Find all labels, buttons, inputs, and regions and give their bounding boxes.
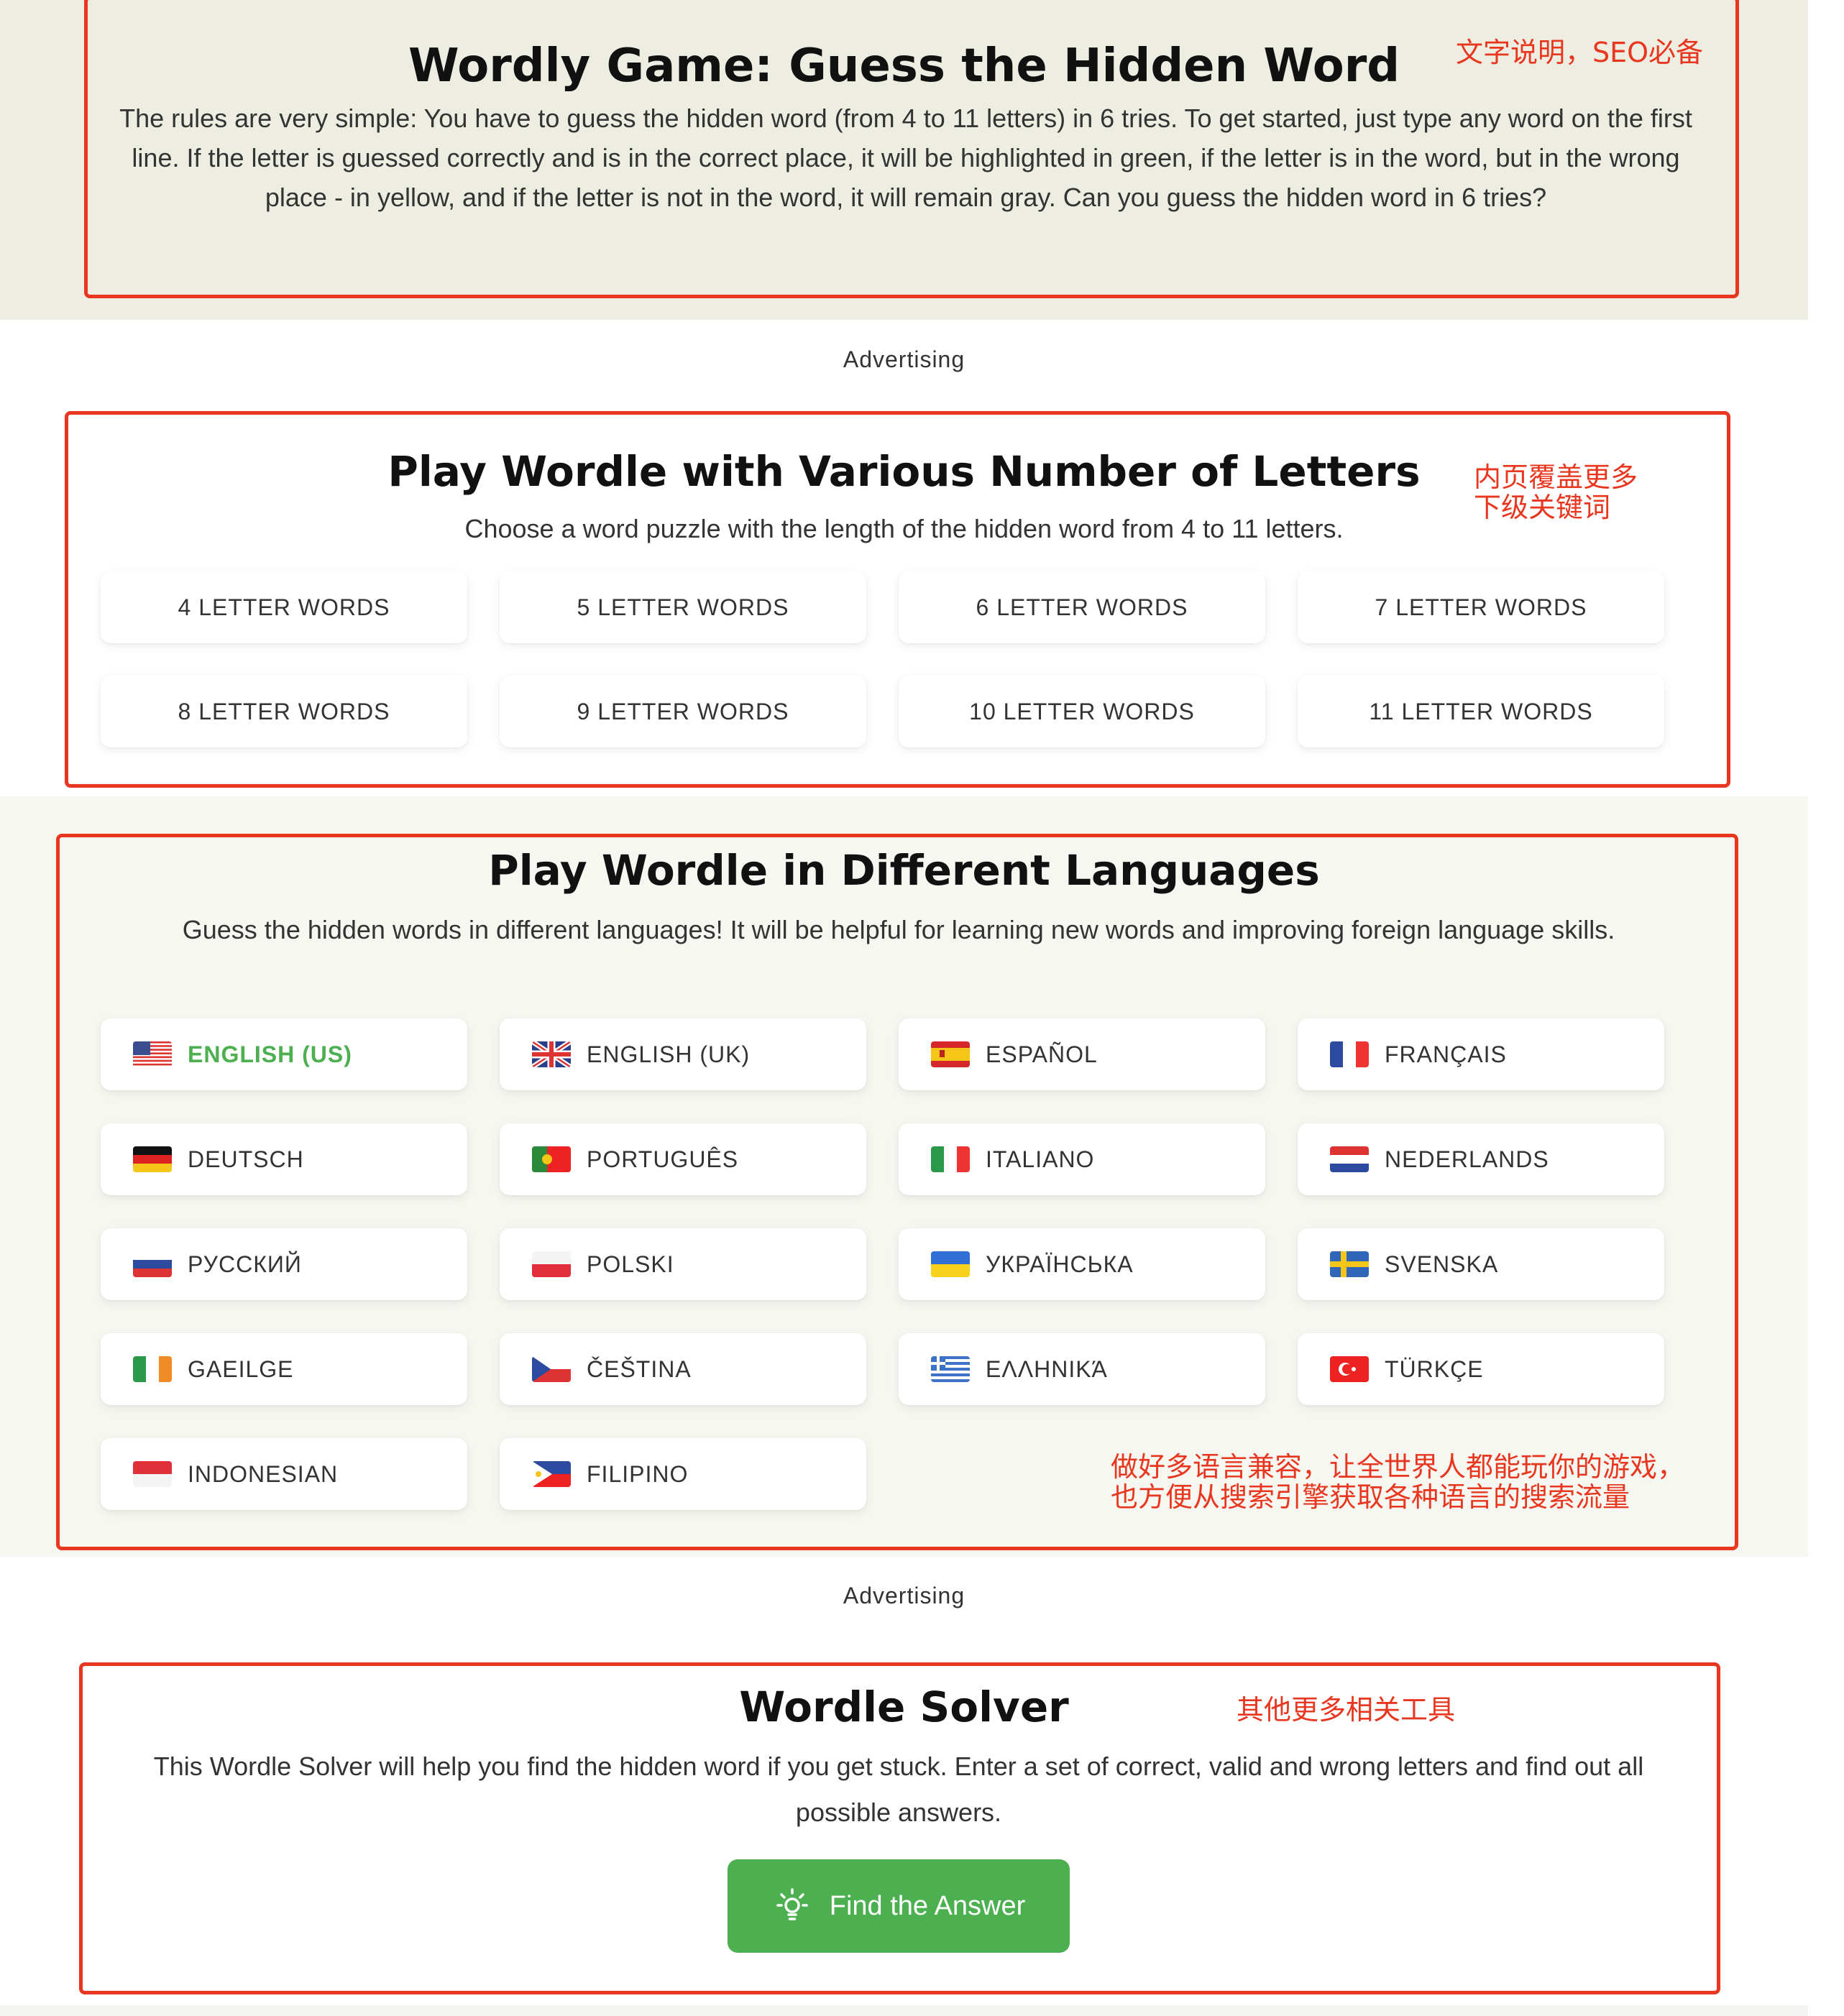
language-label: TÜRKÇE [1385,1355,1484,1382]
letter-words-label: 9 LETTER WORDS [577,698,789,724]
letter-words-label: 7 LETTER WORDS [1375,594,1587,620]
ireland-flag-icon [133,1356,172,1382]
language-card[interactable]: FRANÇAIS [1298,1018,1664,1090]
footer-band [0,2005,1808,2016]
intro-note: 文字说明，SEO必备 [1456,37,1704,68]
language-label: ČEŠTINA [587,1355,692,1382]
portugal-flag-icon [532,1146,571,1172]
language-card[interactable]: ITALIANO [899,1123,1265,1195]
letter-words-label: 10 LETTER WORDS [969,698,1195,724]
solver-title: Wordle Solver [739,1683,1069,1731]
language-card[interactable]: ΕΛΛΗΝΙΚΆ [899,1333,1265,1405]
france-flag-icon [1330,1041,1369,1067]
turkey-flag-icon [1330,1356,1369,1382]
advertising-label: Advertising [843,346,965,372]
language-label: DEUTSCH [188,1146,304,1172]
language-card[interactable]: ENGLISH (US) [101,1018,467,1090]
language-label: POLSKI [587,1251,674,1277]
letter-words-label: 11 LETTER WORDS [1369,698,1593,724]
language-card[interactable]: PORTUGUÊS [500,1123,866,1195]
letter-words-card[interactable]: 10 LETTER WORDS [899,676,1265,747]
letter-words-card[interactable]: 11 LETTER WORDS [1298,676,1664,747]
russia-flag-icon [133,1251,172,1277]
languages-note: 做好多语言兼容，让全世界人都能玩你的游戏， 也方便从搜索引擎获取各种语言的搜索流… [1111,1452,1684,1512]
solver-note: 其他更多相关工具 [1237,1694,1456,1726]
language-label: PORTUGUÊS [587,1146,739,1172]
solver-description: This Wordle Solver will help you find th… [153,1752,1644,1827]
letters-note-line1: 内页覆盖更多 [1474,461,1638,493]
language-label: FRANÇAIS [1385,1041,1507,1067]
language-card[interactable]: FILIPINO [500,1438,866,1510]
germany-flag-icon [133,1146,172,1172]
language-card[interactable]: ENGLISH (UK) [500,1018,866,1090]
sweden-flag-icon [1330,1251,1369,1277]
language-card[interactable]: DEUTSCH [101,1123,467,1195]
language-label: ENGLISH (UK) [587,1041,751,1067]
philippines-flag-icon [532,1461,571,1487]
letter-words-card[interactable]: 6 LETTER WORDS [899,571,1265,643]
language-card[interactable]: TÜRKÇE [1298,1333,1664,1405]
language-label: FILIPINO [587,1460,689,1487]
find-answer-label: Find the Answer [829,1890,1026,1921]
language-label: РУССКИЙ [188,1251,302,1277]
letter-words-card[interactable]: 8 LETTER WORDS [101,676,467,747]
netherlands-flag-icon [1330,1146,1369,1172]
language-card[interactable]: SVENSKA [1298,1228,1664,1300]
language-label: ENGLISH (US) [188,1041,352,1067]
languages-note-line1: 做好多语言兼容，让全世界人都能玩你的游戏， [1111,1451,1685,1483]
lightbulb-icon [776,1888,808,1920]
languages-note-line2: 也方便从搜索引擎获取各种语言的搜索流量 [1111,1481,1630,1513]
letter-words-card[interactable]: 5 LETTER WORDS [500,571,866,643]
poland-flag-icon [532,1251,571,1277]
language-card[interactable]: GAEILGE [101,1333,467,1405]
uk-flag-icon [532,1041,571,1067]
italy-flag-icon [931,1146,970,1172]
letter-words-label: 6 LETTER WORDS [976,594,1188,620]
language-card[interactable]: ESPAÑOL [899,1018,1265,1090]
language-label: ΕΛΛΗΝΙΚΆ [986,1355,1108,1382]
letter-words-label: 5 LETTER WORDS [577,594,789,620]
languages-subtitle: Guess the hidden words in different lang… [182,915,1615,944]
letter-words-card[interactable]: 7 LETTER WORDS [1298,571,1664,643]
spain-flag-icon [931,1041,970,1067]
language-card[interactable]: INDONESIAN [101,1438,467,1510]
czech-flag-icon [532,1356,571,1382]
greece-flag-icon [931,1356,970,1382]
languages-title: Play Wordle in Different Languages [488,846,1320,895]
language-card[interactable]: УКРАЇНСЬКА [899,1228,1265,1300]
language-label: УКРАЇНСЬКА [986,1251,1134,1277]
letter-words-label: 8 LETTER WORDS [178,698,390,724]
ukraine-flag-icon [931,1251,970,1277]
language-label: SVENSKA [1385,1251,1499,1277]
language-label: ESPAÑOL [986,1041,1098,1067]
language-card[interactable]: NEDERLANDS [1298,1123,1664,1195]
us-flag-icon [133,1041,172,1067]
letters-subtitle: Choose a word puzzle with the length of … [464,514,1344,543]
find-answer-button[interactable]: Find the Answer [728,1859,1070,1953]
intro-description: The rules are very simple: You have to g… [119,103,1692,212]
letter-words-label: 4 LETTER WORDS [178,594,390,620]
indonesia-flag-icon [133,1461,172,1487]
letter-words-card[interactable]: 4 LETTER WORDS [101,571,467,643]
language-label: INDONESIAN [188,1460,339,1487]
language-label: ITALIANO [986,1146,1095,1172]
language-card[interactable]: РУССКИЙ [101,1228,467,1300]
language-label: GAEILGE [188,1355,294,1382]
letter-words-card[interactable]: 9 LETTER WORDS [500,676,866,747]
language-card[interactable]: POLSKI [500,1228,866,1300]
advertising-label: Advertising [843,1583,965,1608]
language-label: NEDERLANDS [1385,1146,1549,1172]
language-card[interactable]: ČEŠTINA [500,1333,866,1405]
